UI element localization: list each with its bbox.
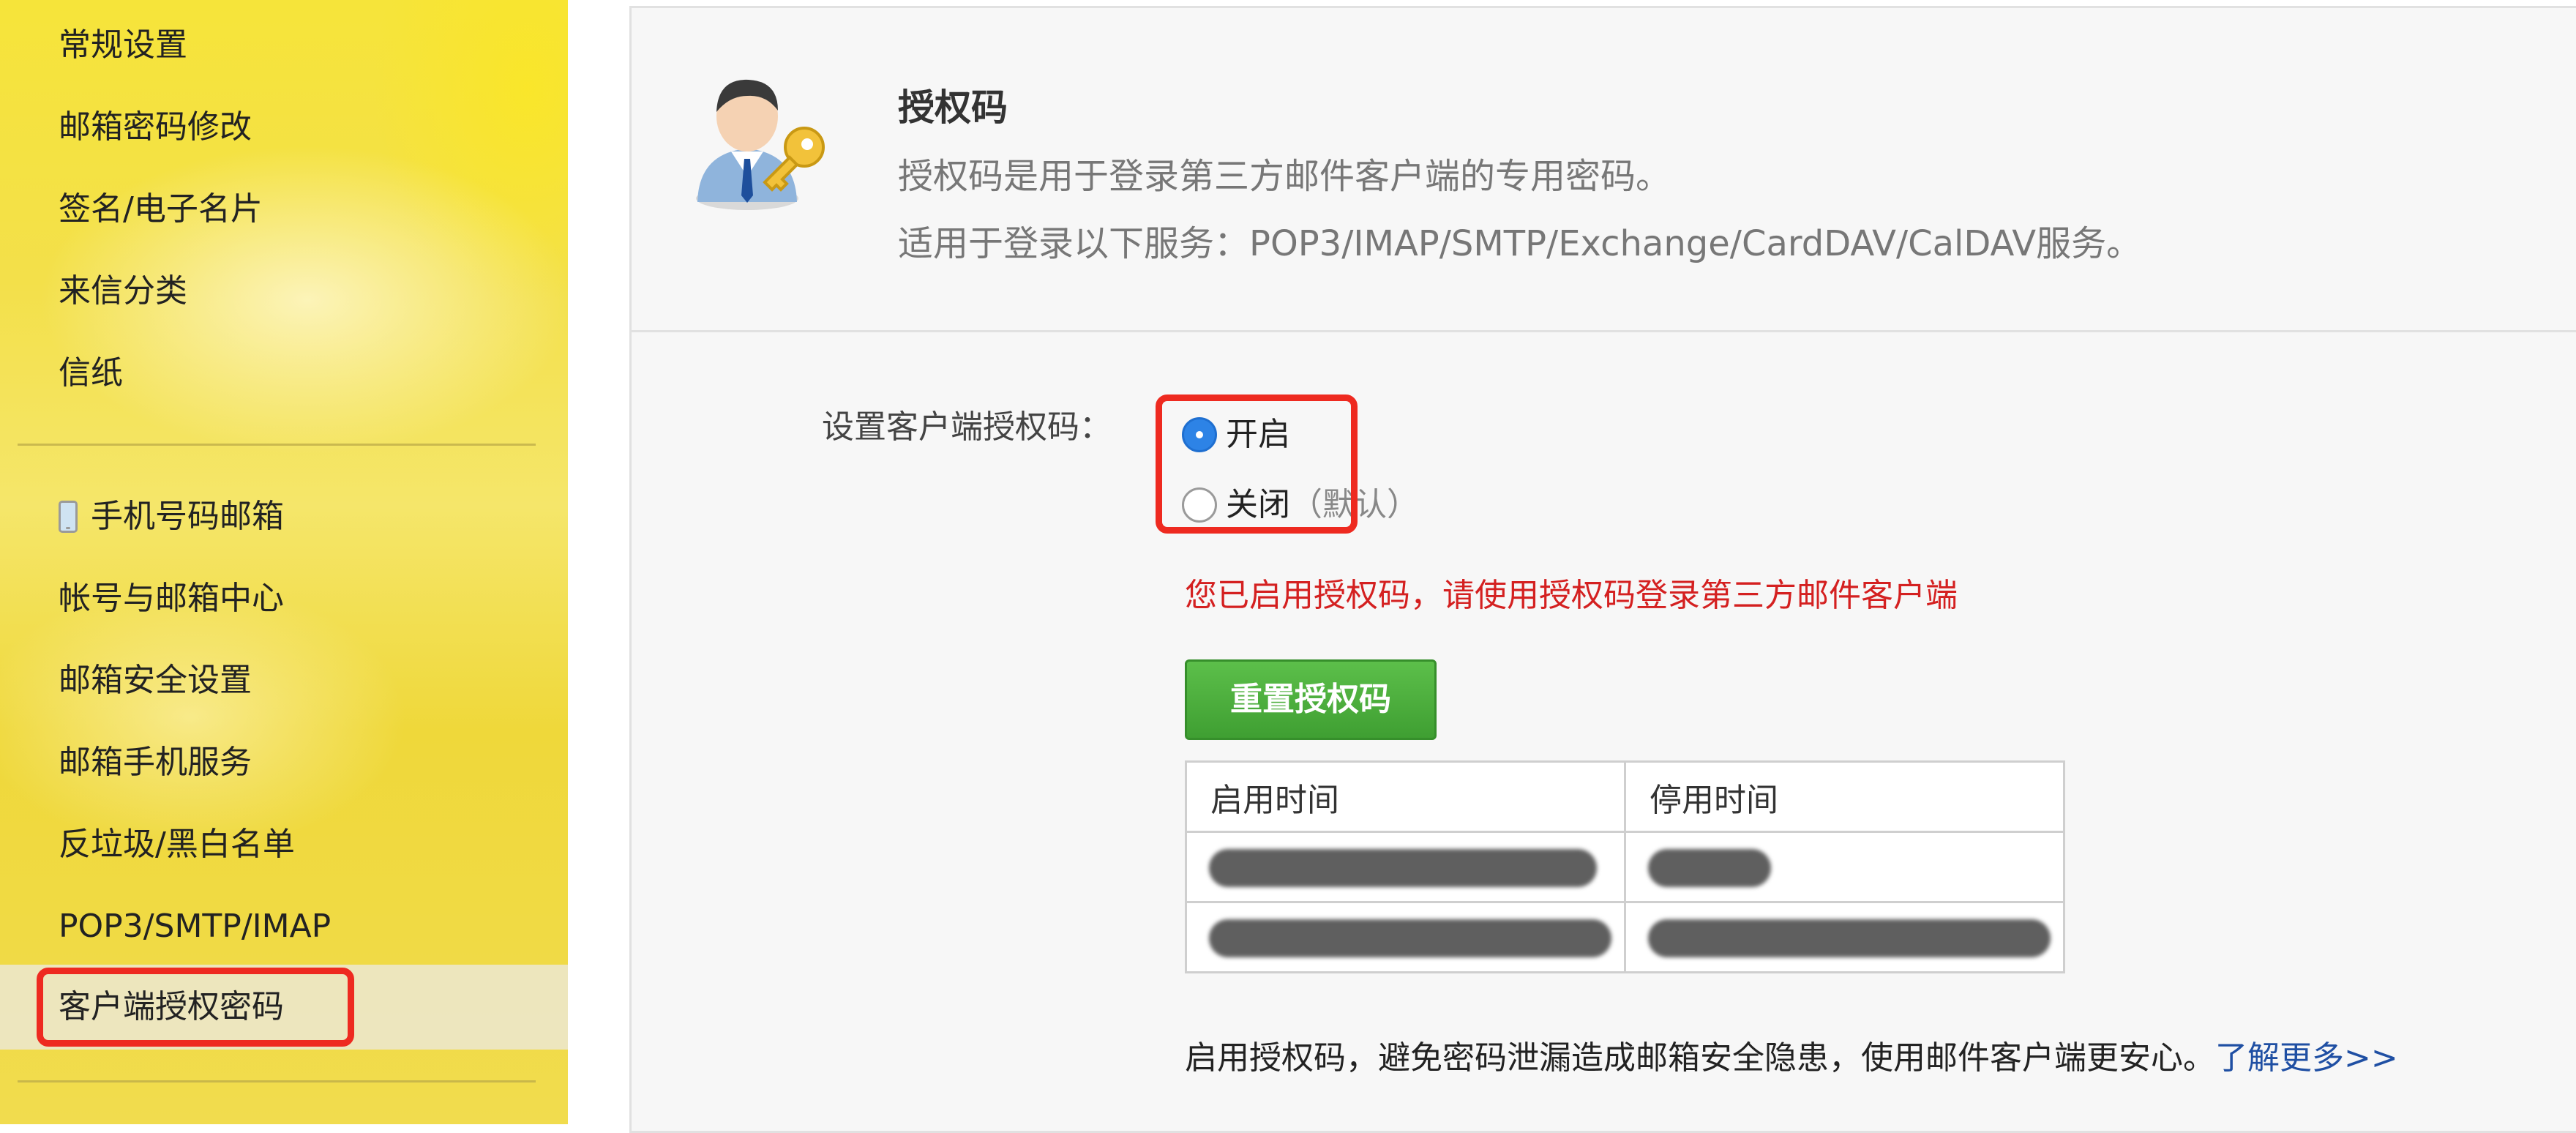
column-header-disabled-time: 停用时间	[1624, 760, 2065, 833]
auth-code-setting-label: 设置客户端授权码：	[822, 408, 1112, 446]
learn-more-link[interactable]: 了解更多>>	[2215, 1039, 2398, 1077]
redacted-value	[1209, 849, 1597, 887]
column-header-enabled-time: 启用时间	[1185, 760, 1626, 833]
redacted-value	[1648, 919, 2051, 957]
reset-auth-code-button[interactable]: 重置授权码	[1185, 659, 1437, 740]
sidebar-item-stationery[interactable]: 信纸	[59, 351, 123, 395]
supported-services-text: 适用于登录以下服务：POP3/IMAP/SMTP/Exchange/CardDA…	[898, 223, 2142, 264]
auth-code-description: 授权码是用于登录第三方邮件客户端的专用密码。	[898, 156, 1671, 197]
auth-code-history-table: 启用时间 停用时间	[1185, 760, 2065, 973]
user-key-icon	[696, 79, 825, 210]
sidebar-item-general[interactable]: 常规设置	[59, 23, 187, 67]
sidebar-item-antispam[interactable]: 反垃圾/黑白名单	[59, 823, 295, 867]
sidebar-item-signature[interactable]: 签名/电子名片	[59, 187, 263, 231]
sidebar-item-password-change[interactable]: 邮箱密码修改	[59, 105, 252, 149]
highlight-box-radio	[1156, 395, 1358, 534]
sidebar-divider	[18, 444, 536, 446]
table-cell-redacted	[1185, 831, 1626, 903]
main-panel: 授权码 授权码是用于登录第三方邮件客户端的专用密码。 适用于登录以下服务：POP…	[629, 6, 2576, 1133]
footer-text: 启用授权码，避免密码泄漏造成邮箱安全隐患，使用邮件客户端更安心。	[1185, 1039, 2215, 1077]
phone-icon	[59, 501, 78, 533]
footer-note: 启用授权码，避免密码泄漏造成邮箱安全隐患，使用邮件客户端更安心。了解更多>>	[1185, 1031, 2398, 1078]
table-row	[1185, 901, 2065, 973]
sidebar-divider	[18, 1080, 536, 1082]
table-row	[1185, 831, 2065, 903]
sidebar-item-mobile-service[interactable]: 邮箱手机服务	[59, 741, 252, 785]
highlight-box-sidebar	[37, 968, 354, 1047]
table-cell-redacted	[1624, 901, 2065, 973]
auth-code-header: 授权码 授权码是用于登录第三方邮件客户端的专用密码。 适用于登录以下服务：POP…	[632, 8, 2576, 332]
redacted-value	[1209, 919, 1611, 957]
sidebar-item-account-center[interactable]: 帐号与邮箱中心	[59, 577, 284, 621]
table-cell-redacted	[1624, 831, 2065, 903]
table-cell-redacted	[1185, 901, 1626, 973]
page-title: 授权码	[898, 86, 1008, 129]
sidebar-item-pop3-smtp-imap[interactable]: POP3/SMTP/IMAP	[59, 905, 331, 949]
sidebar-item-mail-filter[interactable]: 来信分类	[59, 269, 187, 313]
table-header-row: 启用时间 停用时间	[1185, 760, 2065, 833]
sidebar-item-security[interactable]: 邮箱安全设置	[59, 659, 252, 703]
redacted-value	[1648, 849, 1771, 887]
status-message: 您已启用授权码，请使用授权码登录第三方邮件客户端	[1185, 577, 1958, 614]
sidebar-item-label: 手机号码邮箱	[91, 498, 284, 535]
settings-sidebar: 常规设置 邮箱密码修改 签名/电子名片 来信分类 信纸 手机号码邮箱 帐号与邮箱…	[0, 0, 568, 1124]
sidebar-item-phone-mailbox[interactable]: 手机号码邮箱	[59, 495, 284, 539]
